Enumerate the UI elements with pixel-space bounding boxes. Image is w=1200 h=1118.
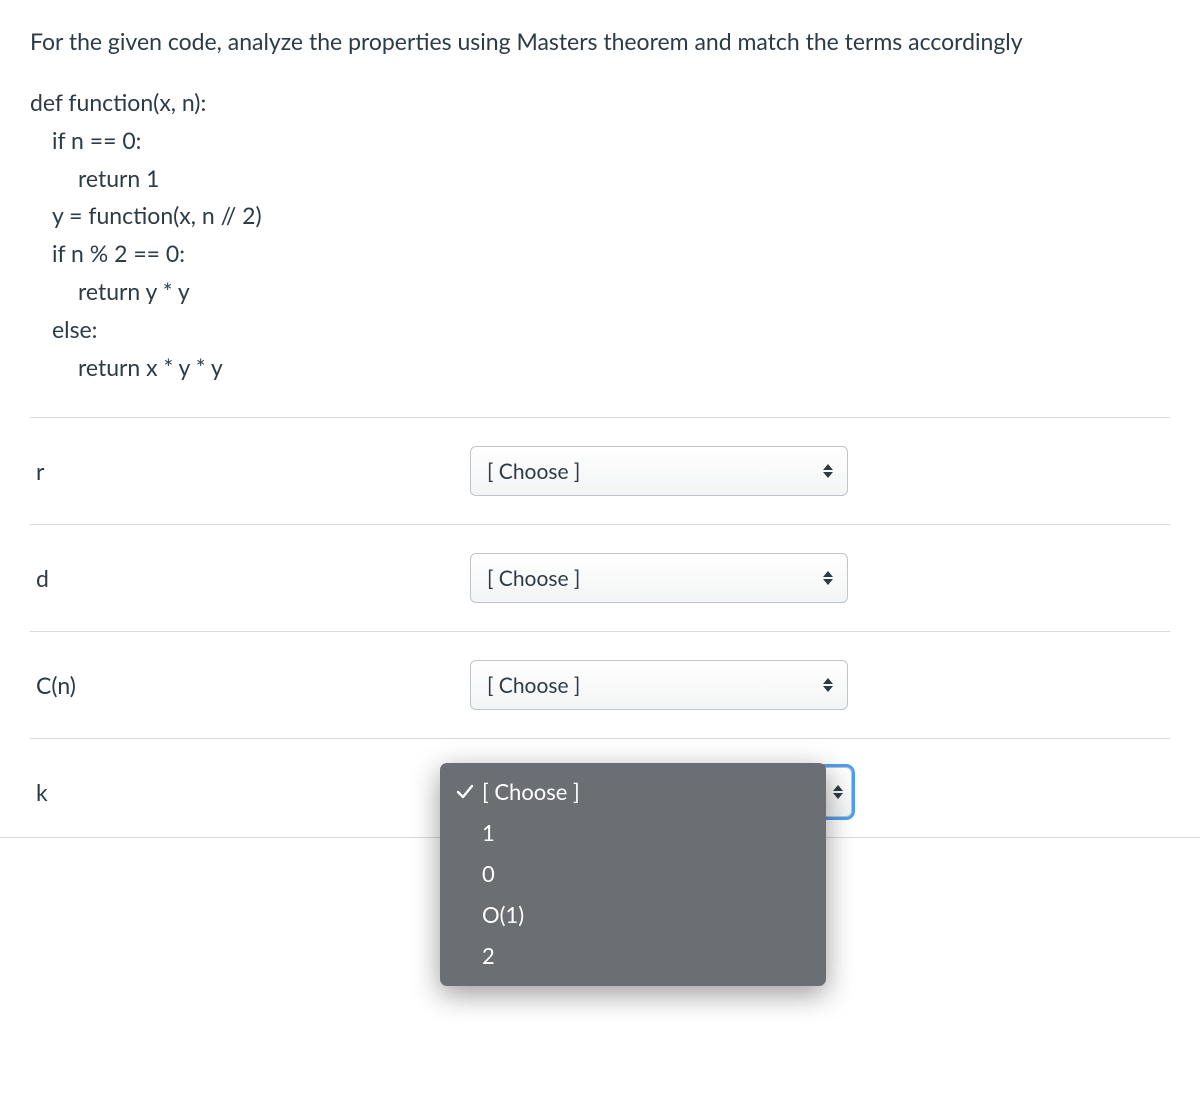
dropdown-option-label: [ Choose ] <box>482 775 580 808</box>
dropdown-option[interactable]: 1 <box>440 812 826 853</box>
dropdown-option[interactable]: O(1) <box>440 894 826 935</box>
code-line: if n % 2 == 0: <box>30 235 1170 273</box>
select-cn[interactable]: [ Choose ] <box>470 660 848 710</box>
code-line: else: <box>30 311 1170 349</box>
match-row-d: d [ Choose ] <box>30 524 1170 631</box>
dropdown-option-label: 1 <box>482 816 495 849</box>
match-row-cn: C(n) [ Choose ] <box>30 631 1170 738</box>
dropdown-option[interactable]: [ Choose ] <box>440 771 826 812</box>
code-line: y = function(x, n // 2) <box>30 197 1170 235</box>
dropdown-option-label: 0 <box>482 857 495 890</box>
updown-caret-icon <box>823 571 833 585</box>
code-line: def function(x, n): <box>30 84 1170 122</box>
code-block: def function(x, n): if n == 0: return 1 … <box>30 84 1170 388</box>
code-line: return x * y * y <box>30 349 1170 387</box>
updown-caret-icon <box>833 785 843 799</box>
select-box[interactable]: [ Choose ] <box>470 660 848 710</box>
dropdown-option[interactable]: 2 <box>440 935 826 976</box>
match-label: d <box>30 564 470 592</box>
match-row-r: r [ Choose ] <box>30 417 1170 524</box>
select-box[interactable]: [ Choose ] <box>470 553 848 603</box>
check-icon <box>456 783 482 801</box>
select-box[interactable]: [ Choose ] <box>470 446 848 496</box>
code-line: return 1 <box>30 160 1170 198</box>
select-r[interactable]: [ Choose ] <box>470 446 848 496</box>
dropdown-menu: [ Choose ] 1 0 O(1) 2 <box>440 763 826 986</box>
updown-caret-icon <box>823 464 833 478</box>
select-value: [ Choose ] <box>487 566 580 591</box>
question-container: For the given code, analyze the properti… <box>0 0 1200 967</box>
match-label: r <box>30 457 470 485</box>
dropdown-option-label: O(1) <box>482 898 524 931</box>
match-label: C(n) <box>30 671 470 699</box>
select-d[interactable]: [ Choose ] <box>470 553 848 603</box>
code-line: if n == 0: <box>30 122 1170 160</box>
match-row-k: k [ Choose ] 1 <box>30 738 1170 907</box>
code-line: return y * y <box>30 273 1170 311</box>
select-k[interactable]: [ Choose ] 1 0 O(1) 2 <box>470 767 848 817</box>
updown-caret-icon <box>823 678 833 692</box>
dropdown-option[interactable]: 0 <box>440 853 826 894</box>
match-label: k <box>30 778 470 806</box>
select-box-focused[interactable] <box>824 767 852 817</box>
select-value: [ Choose ] <box>487 459 580 484</box>
question-prompt: For the given code, analyze the properti… <box>30 24 1170 60</box>
select-value: [ Choose ] <box>487 673 580 698</box>
dropdown-option-label: 2 <box>482 939 495 972</box>
